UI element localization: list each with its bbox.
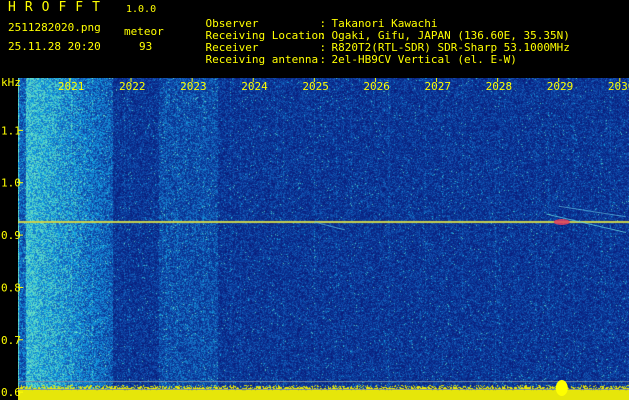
y-tick-label: 1.0 (1, 177, 21, 190)
x-tick-label: 2024 (241, 80, 268, 93)
y-tick-label: 0.6 (1, 386, 21, 399)
x-tick-label: 2025 (302, 80, 329, 93)
x-tick-label: 2030 (608, 80, 629, 93)
spectrogram-overlay: kHz 0.6 0.7 0.8 0.9 1.0 1.1 2021 2022 2023 2024 202… (1, 76, 629, 399)
x-tick-label: 2027 (425, 80, 452, 93)
noise-peak (555, 380, 568, 396)
meteor-trail (314, 221, 346, 231)
x-tick-label: 2028 (486, 80, 513, 93)
y-unit-label: kHz (1, 76, 21, 89)
x-tick-label: 2022 (119, 80, 146, 93)
x-tick-label: 2021 (58, 80, 84, 93)
meteor-trail (558, 205, 627, 218)
x-tick-label: 2023 (180, 80, 207, 93)
x-tick-label: 2026 (363, 80, 390, 93)
y-tick-label: 0.9 (1, 229, 21, 242)
y-tick-label: 0.8 (1, 281, 21, 294)
meteor-echo (553, 218, 570, 225)
y-tick-label: 0.7 (1, 334, 21, 347)
x-tick-label: 2029 (547, 80, 574, 93)
y-tick-label: 1.1 (1, 124, 21, 137)
